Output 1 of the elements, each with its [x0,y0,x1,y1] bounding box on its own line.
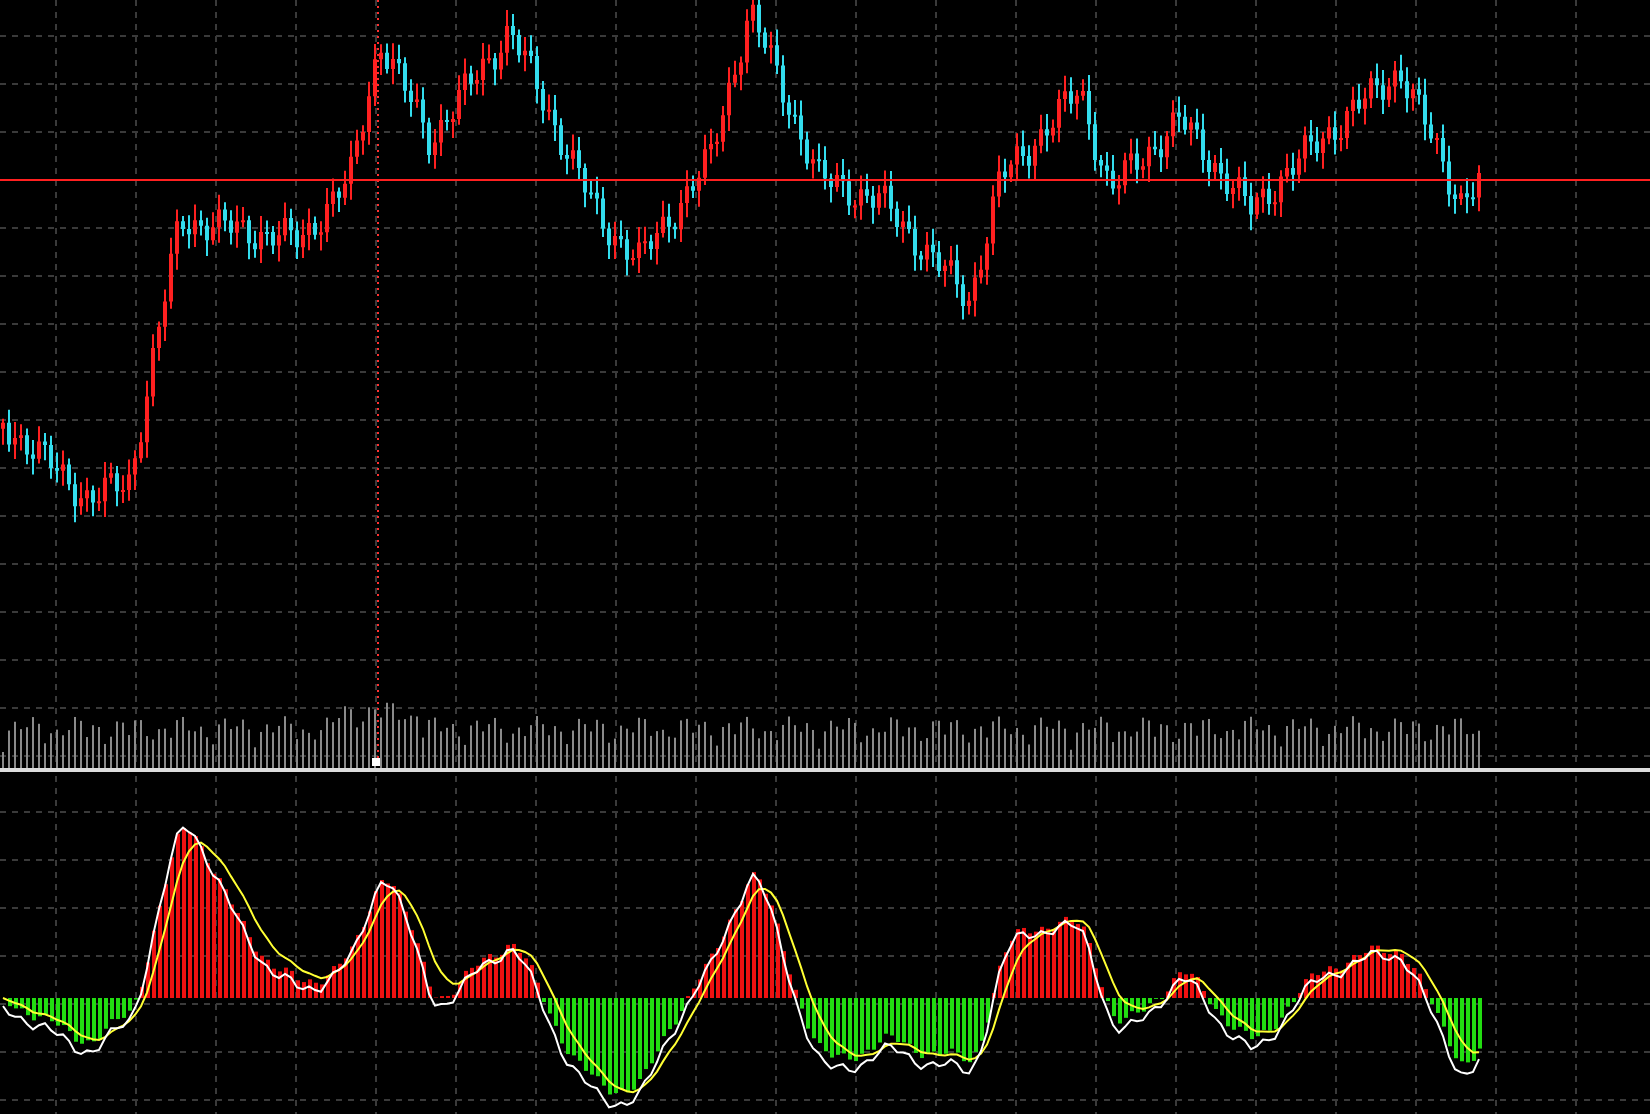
marker-icon [372,758,380,766]
